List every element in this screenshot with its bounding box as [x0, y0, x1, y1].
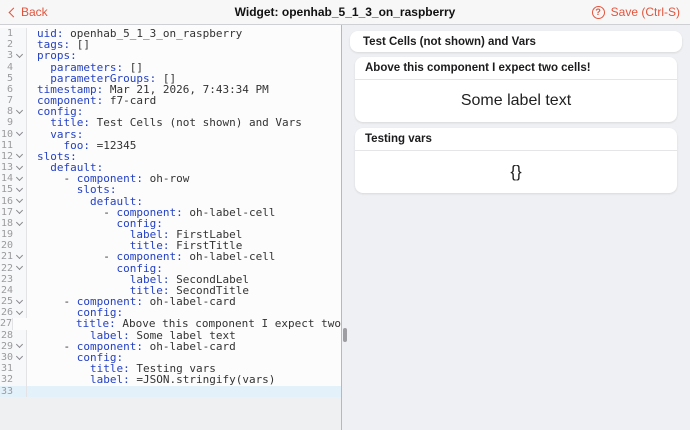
- line-number: 26: [0, 307, 13, 318]
- line-number: 28: [0, 330, 13, 341]
- fold-spacer: [13, 374, 26, 385]
- card-title: Testing vars: [365, 133, 432, 145]
- fold-chevron-down-icon[interactable]: [13, 263, 26, 274]
- fold-spacer: [13, 274, 26, 285]
- line-number: 4: [0, 62, 13, 73]
- line-number: 33: [0, 386, 13, 397]
- fold-spacer: [13, 28, 26, 39]
- navbar-right: ? Save (Ctrl-S): [582, 0, 690, 24]
- outer-card-title: Test Cells (not shown) and Vars: [363, 36, 536, 48]
- card-body[interactable]: {}: [355, 151, 677, 193]
- label-card-1[interactable]: Above this component I expect two cells!…: [355, 57, 677, 122]
- navbar: Back Widget: openhab_5_1_3_on_raspberry …: [0, 0, 690, 25]
- fold-spacer: [13, 330, 26, 341]
- code-lines[interactable]: 1uid: openhab_5_1_3_on_raspberry2tags: […: [0, 25, 341, 397]
- fold-spacer: [13, 84, 26, 95]
- card-label: Some label text: [461, 92, 571, 110]
- fold-chevron-down-icon[interactable]: [13, 352, 26, 363]
- line-number: 10: [0, 129, 13, 140]
- fold-chevron-down-icon[interactable]: [13, 151, 26, 162]
- line-number: 12: [0, 151, 13, 162]
- fold-chevron-down-icon[interactable]: [13, 251, 26, 262]
- fold-chevron-down-icon[interactable]: [13, 129, 26, 140]
- widget-preview: Test Cells (not shown) and Vars Above th…: [342, 25, 690, 430]
- fold-spacer: [13, 117, 26, 128]
- fold-chevron-down-icon[interactable]: [13, 296, 26, 307]
- fold-chevron-down-icon[interactable]: [13, 218, 26, 229]
- fold-spacer: [13, 95, 26, 106]
- line-number: 3: [0, 50, 13, 61]
- main-split: 1uid: openhab_5_1_3_on_raspberry2tags: […: [0, 25, 690, 430]
- line-number: 23: [0, 274, 13, 285]
- fold-spacer: [13, 240, 26, 251]
- yaml-editor[interactable]: 1uid: openhab_5_1_3_on_raspberry2tags: […: [0, 25, 342, 430]
- save-button[interactable]: Save (Ctrl-S): [611, 5, 680, 19]
- line-number: 25: [0, 296, 13, 307]
- line-number: 30: [0, 352, 13, 363]
- line-number: 17: [0, 207, 13, 218]
- fold-chevron-down-icon[interactable]: [13, 207, 26, 218]
- line-number: 14: [0, 173, 13, 184]
- back-label: Back: [21, 5, 48, 19]
- fold-spacer: [13, 229, 26, 240]
- line-number: 5: [0, 73, 13, 84]
- line-number: 9: [0, 117, 13, 128]
- line-number: 7: [0, 95, 13, 106]
- code-line[interactable]: 32 label: =JSON.stringify(vars): [0, 374, 341, 385]
- code-text: label: =JSON.stringify(vars): [26, 374, 341, 385]
- fold-chevron-down-icon[interactable]: [13, 341, 26, 352]
- card-header: Above this component I expect two cells!: [355, 57, 677, 80]
- line-number: 22: [0, 263, 13, 274]
- line-number: 20: [0, 240, 13, 251]
- line-number: 13: [0, 162, 13, 173]
- fold-spacer: [13, 285, 26, 296]
- line-number: 27: [0, 318, 12, 329]
- label-card-2[interactable]: Testing vars {}: [355, 128, 677, 193]
- help-icon[interactable]: ?: [592, 6, 605, 19]
- card-body[interactable]: Some label text: [355, 80, 677, 122]
- back-button[interactable]: Back: [0, 0, 58, 24]
- code-line[interactable]: 33: [0, 386, 341, 397]
- line-number: 8: [0, 106, 13, 117]
- fold-chevron-down-icon[interactable]: [13, 162, 26, 173]
- fold-spacer: [13, 140, 26, 151]
- line-number: 24: [0, 285, 13, 296]
- line-number: 1: [0, 28, 13, 39]
- card-label: {}: [510, 162, 521, 182]
- outer-card-header: Test Cells (not shown) and Vars: [350, 31, 682, 52]
- code-text: [26, 386, 341, 397]
- line-number: 16: [0, 196, 13, 207]
- fold-chevron-down-icon[interactable]: [13, 50, 26, 61]
- chevron-left-icon: [9, 8, 19, 18]
- card-title: Above this component I expect two cells!: [365, 62, 591, 74]
- fold-spacer: [13, 62, 26, 73]
- line-number: 18: [0, 218, 13, 229]
- fold-spacer: [13, 386, 26, 397]
- line-number: 19: [0, 229, 13, 240]
- line-number: 2: [0, 39, 13, 50]
- line-number: 31: [0, 363, 13, 374]
- line-number: 6: [0, 84, 13, 95]
- line-number: 32: [0, 374, 13, 385]
- editor-scrollbar-thumb[interactable]: [343, 328, 347, 342]
- fold-spacer: [13, 363, 26, 374]
- fold-chevron-down-icon[interactable]: [13, 184, 26, 195]
- fold-chevron-down-icon[interactable]: [13, 106, 26, 117]
- fold-chevron-down-icon[interactable]: [13, 173, 26, 184]
- line-number: 15: [0, 184, 13, 195]
- fold-spacer: [13, 73, 26, 84]
- line-number: 29: [0, 341, 13, 352]
- line-number: 11: [0, 140, 13, 151]
- fold-spacer: [13, 39, 26, 50]
- fold-chevron-down-icon[interactable]: [13, 196, 26, 207]
- line-number: 21: [0, 251, 13, 262]
- card-header: Testing vars: [355, 128, 677, 151]
